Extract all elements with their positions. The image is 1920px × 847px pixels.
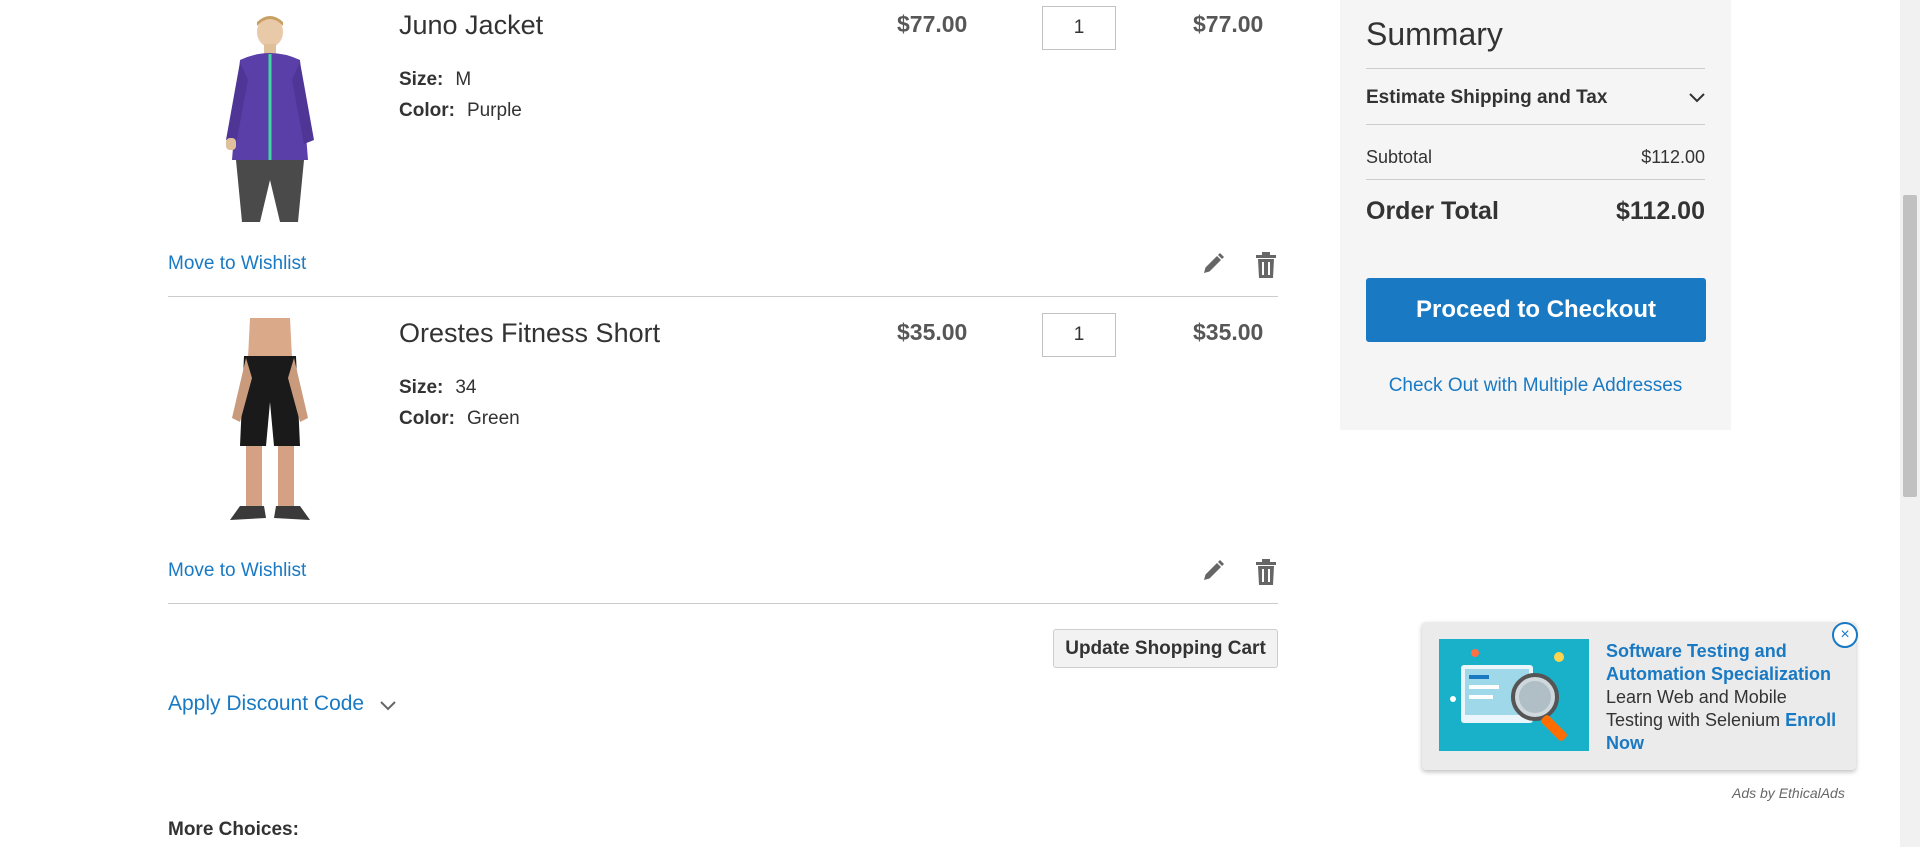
product-image-juno-jacket[interactable] (200, 10, 340, 222)
shorts-image (230, 318, 310, 520)
qty-input[interactable]: 1 (1042, 313, 1116, 357)
item-subtotal: $35.00 (1193, 319, 1264, 345)
summary-divider (1366, 68, 1705, 69)
pencil-icon (1204, 560, 1224, 580)
subtotal-row: Subtotal $112.00 (1366, 147, 1705, 168)
summary-title: Summary (1366, 16, 1503, 52)
estimate-shipping-label: Estimate Shipping and Tax (1366, 87, 1608, 108)
option-label: Color: (399, 100, 455, 121)
option-value: Purple (466, 100, 522, 121)
update-shopping-cart-button[interactable]: Update Shopping Cart (1053, 629, 1278, 668)
option-value: M (455, 69, 472, 90)
ethical-ad[interactable]: Software Testing and Automation Speciali… (1422, 622, 1858, 770)
delete-item-button[interactable] (1255, 252, 1283, 280)
item-divider (168, 296, 1278, 297)
close-icon[interactable]: × (1832, 622, 1858, 648)
apply-discount-toggle[interactable]: Apply Discount Code (168, 692, 396, 716)
qty-input[interactable]: 1 (1042, 6, 1116, 50)
ad-body: Learn Web and Mobile Testing with Seleni… (1606, 687, 1787, 730)
subtotal-label: Subtotal (1366, 147, 1433, 167)
more-choices-heading: More Choices: (168, 819, 299, 840)
summary-divider (1366, 179, 1705, 180)
trash-icon (1256, 252, 1276, 278)
product-option-color: Color: Purple (399, 100, 522, 122)
pencil-icon (1204, 253, 1224, 273)
order-total-label: Order Total (1366, 197, 1499, 225)
item-subtotal: $77.00 (1193, 11, 1264, 37)
order-total-value: $112.00 (1616, 197, 1705, 225)
edit-item-button[interactable] (1201, 559, 1229, 587)
multiple-addresses-link[interactable]: Check Out with Multiple Addresses (1366, 375, 1705, 397)
product-option-color: Color: Green (399, 408, 520, 430)
jacket-image (226, 16, 314, 222)
option-label: Size: (399, 377, 444, 398)
subtotal-value: $112.00 (1641, 147, 1705, 167)
scrollbar-thumb[interactable] (1903, 195, 1917, 497)
ad-text[interactable]: Software Testing and Automation Speciali… (1606, 640, 1838, 755)
order-summary: Summary Estimate Shipping and Tax Subtot… (1340, 0, 1731, 430)
option-value: Green (466, 408, 520, 429)
product-option-size: Size: M (399, 69, 471, 91)
magnifier-illustration (1450, 649, 1567, 741)
proceed-to-checkout-button[interactable]: Proceed to Checkout (1366, 278, 1706, 342)
product-option-size: Size: 34 (399, 377, 477, 399)
ad-credit[interactable]: Ads by EthicalAds (1732, 785, 1845, 801)
item-price: $77.00 (897, 11, 968, 37)
apply-discount-label: Apply Discount Code (168, 692, 365, 715)
move-to-wishlist-link[interactable]: Move to Wishlist (168, 560, 306, 582)
product-name[interactable]: Juno Jacket (399, 10, 543, 41)
product-image-orestes-short[interactable] (200, 318, 340, 530)
chevron-down-icon (380, 701, 396, 711)
product-name[interactable]: Orestes Fitness Short (399, 318, 660, 349)
option-value: 34 (455, 377, 477, 398)
estimate-shipping-toggle[interactable]: Estimate Shipping and Tax (1366, 87, 1705, 109)
order-total-row: Order Total $112.00 (1366, 197, 1705, 226)
item-price: $35.00 (897, 319, 968, 345)
trash-icon (1256, 559, 1276, 585)
option-label: Size: (399, 69, 444, 90)
item-divider (168, 603, 1278, 604)
chevron-down-icon (1689, 93, 1705, 103)
delete-item-button[interactable] (1255, 559, 1283, 587)
edit-item-button[interactable] (1201, 252, 1229, 280)
option-label: Color: (399, 408, 455, 429)
move-to-wishlist-link[interactable]: Move to Wishlist (168, 253, 306, 275)
summary-divider (1366, 124, 1705, 125)
ad-image[interactable] (1439, 639, 1589, 751)
ad-title[interactable]: Software Testing and Automation Speciali… (1606, 641, 1831, 684)
